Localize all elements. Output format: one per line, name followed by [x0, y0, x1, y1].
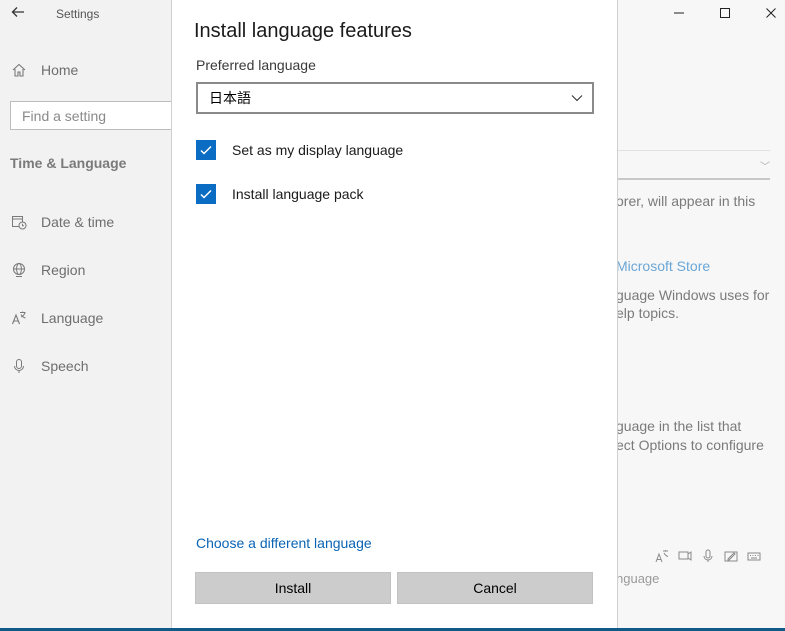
sidebar-item-home[interactable]: Home: [10, 58, 78, 82]
sidebar-item-date-time[interactable]: Date & time: [10, 210, 114, 234]
choose-different-language-link[interactable]: Choose a different language: [196, 535, 372, 551]
sidebar-item-label: Home: [41, 62, 79, 78]
background-text: orer, will appear in this: [616, 193, 756, 209]
section-title: Time & Language: [10, 155, 127, 171]
minimize-button[interactable]: [670, 4, 688, 22]
display-language-option[interactable]: Set as my display language: [196, 139, 403, 161]
background-text: nguage: [616, 571, 660, 586]
checkmark-icon: [200, 189, 212, 199]
calendar-clock-icon: [10, 213, 28, 231]
globe-icon: [10, 261, 28, 279]
search-input[interactable]: Find a setting: [10, 101, 180, 130]
maximize-icon: [720, 8, 730, 18]
checkmark-icon: [200, 145, 212, 155]
microphone-icon: [10, 357, 28, 375]
preferred-language-select[interactable]: 日本語: [196, 82, 594, 114]
checkbox-label: Set as my display language: [232, 142, 404, 158]
background-text: elp topics.: [616, 305, 680, 321]
chevron-down-icon: [571, 95, 583, 102]
background-text: guage Windows uses for: [616, 287, 770, 303]
language-icon: [10, 309, 28, 327]
chevron-down-icon: ﹀: [760, 162, 770, 173]
back-arrow-icon[interactable]: [10, 4, 28, 22]
home-icon: [10, 61, 28, 79]
selected-language: 日本語: [209, 90, 251, 106]
language-feature-icons: [654, 548, 761, 563]
search-placeholder: Find a setting: [22, 107, 107, 124]
sidebar-item-speech[interactable]: Speech: [10, 354, 88, 378]
sidebar-item-region[interactable]: Region: [10, 258, 85, 282]
sidebar-item-label: Speech: [41, 358, 89, 374]
display-language-checkbox[interactable]: [196, 140, 216, 160]
sidebar-item-label: Language: [41, 310, 104, 326]
handwriting-icon: [723, 548, 738, 563]
app-title: Settings: [56, 7, 100, 21]
close-icon: [766, 8, 776, 18]
install-button[interactable]: Install: [195, 572, 391, 604]
keyboard-icon: [746, 548, 761, 563]
preferred-language-label: Preferred language: [196, 57, 316, 73]
text-to-speech-icon: [677, 548, 692, 563]
dialog-title: Install language features: [194, 20, 412, 42]
install-language-dialog: Install language features Preferred lang…: [171, 0, 618, 630]
speech-recognition-icon: [700, 548, 715, 563]
display-language-icon: [654, 548, 669, 563]
microsoft-store-link[interactable]: Microsoft Store: [616, 257, 710, 275]
sidebar-item-label: Date & time: [41, 214, 115, 230]
close-button[interactable]: [762, 4, 780, 22]
sidebar-item-label: Region: [41, 262, 86, 278]
maximize-button[interactable]: [716, 4, 734, 22]
background-text: guage in the list that: [616, 418, 742, 434]
minimize-icon: [674, 12, 684, 14]
cancel-button[interactable]: Cancel: [397, 572, 593, 604]
sidebar-item-language[interactable]: Language: [10, 306, 103, 330]
language-pack-checkbox[interactable]: [196, 184, 216, 204]
checkbox-label: Install language pack: [232, 186, 364, 202]
background-dropdown[interactable]: [616, 150, 770, 180]
background-text: ect Options to configure: [616, 437, 764, 453]
language-pack-option[interactable]: Install language pack: [196, 183, 364, 205]
